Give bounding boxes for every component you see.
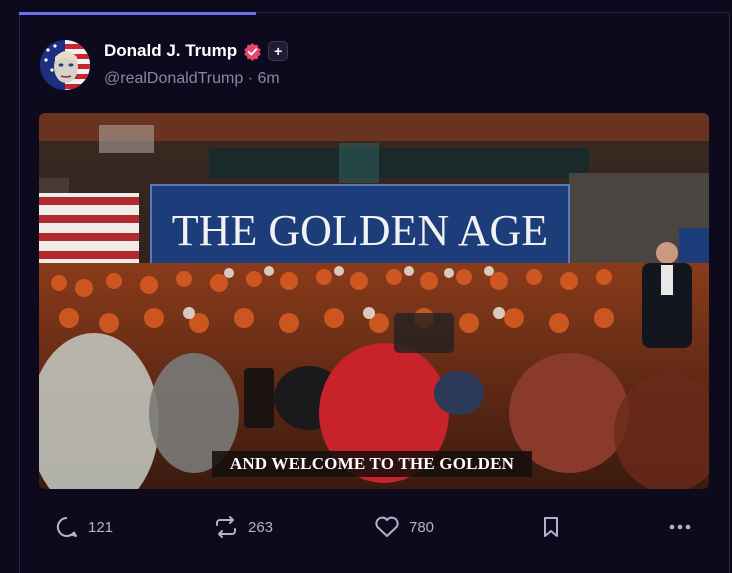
handle[interactable]: @realDonaldTrump bbox=[104, 70, 243, 87]
handle-row: @realDonaldTrump · 6m bbox=[104, 70, 280, 88]
author-name-row: Donald J. Trump + bbox=[104, 40, 289, 62]
repost-icon bbox=[216, 516, 236, 538]
reply-count: 121 bbox=[88, 518, 114, 536]
separator: · bbox=[247, 70, 254, 87]
avatar[interactable] bbox=[40, 40, 90, 90]
reply-icon bbox=[56, 516, 77, 537]
timestamp[interactable]: 6m bbox=[258, 70, 280, 87]
loading-progress-bar bbox=[19, 12, 256, 15]
heart-icon bbox=[375, 516, 399, 537]
bookmark-button[interactable] bbox=[540, 510, 562, 544]
repost-button[interactable]: 263 bbox=[213, 510, 273, 544]
plus-icon[interactable]: + bbox=[268, 41, 289, 61]
banner-text: THE GOLDEN AGE bbox=[172, 206, 548, 255]
post-actions: 121 263 780 bbox=[55, 510, 695, 544]
like-count: 780 bbox=[409, 518, 435, 536]
verified-badge-icon bbox=[244, 42, 261, 61]
display-name[interactable]: Donald J. Trump bbox=[104, 41, 237, 61]
more-button[interactable] bbox=[667, 510, 693, 544]
bookmark-icon bbox=[544, 517, 558, 537]
more-icon bbox=[669, 524, 691, 530]
reply-button[interactable]: 121 bbox=[55, 510, 113, 544]
video-frame: THE GOLDEN AGE bbox=[39, 113, 709, 489]
post-video[interactable]: THE GOLDEN AGE AND WELCOME TO THE GOLDEN bbox=[39, 113, 709, 489]
like-button[interactable]: 780 bbox=[374, 510, 434, 544]
repost-count: 263 bbox=[248, 518, 274, 536]
video-caption: AND WELCOME TO THE GOLDEN bbox=[212, 451, 532, 477]
